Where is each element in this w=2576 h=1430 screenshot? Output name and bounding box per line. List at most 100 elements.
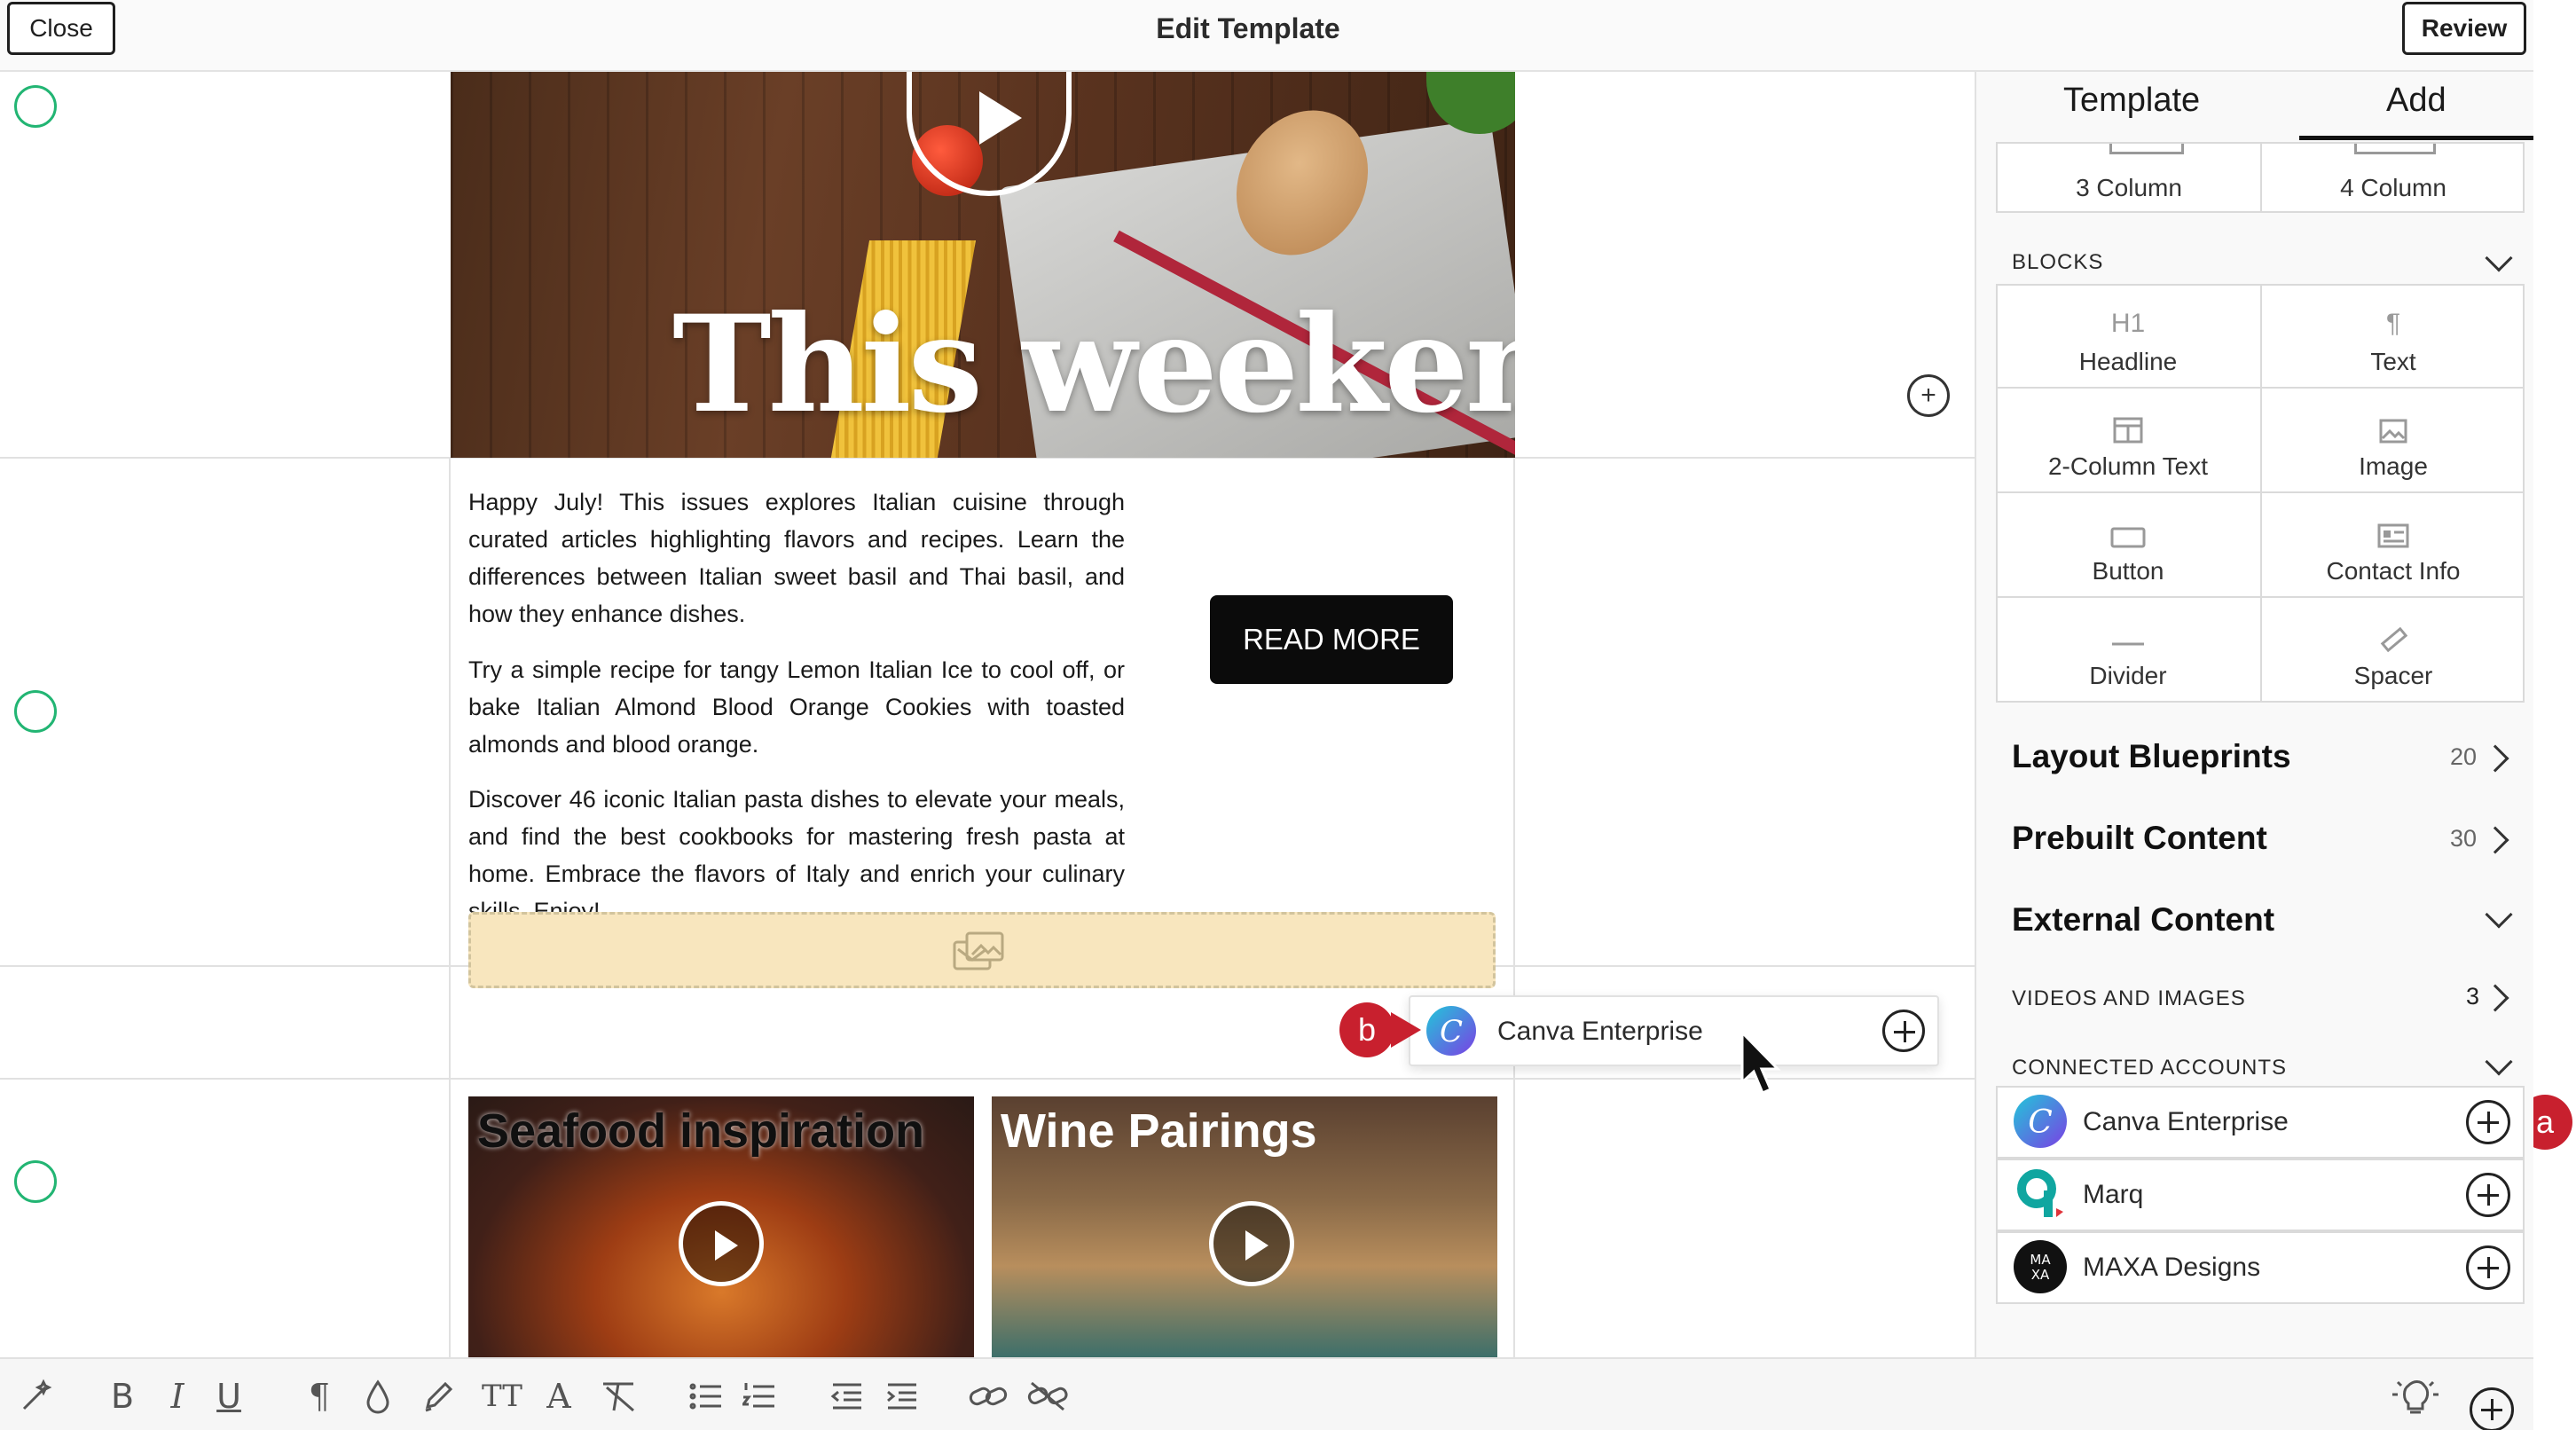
article-paragraph[interactable]: Discover 46 iconic Italian pasta dishes … [468,781,1125,930]
account-name: Marq [2083,1180,2144,1209]
layout-blueprints-count: 20 [2450,743,2478,770]
review-button[interactable]: Review [2402,2,2526,55]
block-headline[interactable]: H1 Headline [1996,286,2260,376]
text-size-button[interactable]: TT [475,1377,529,1416]
account-name: MAXA Designs [2083,1253,2261,1282]
external-content-section[interactable]: External Content [2012,901,2274,939]
card-title: Wine Pairings [1001,1104,1317,1158]
callout-b-pointer [1391,1012,1421,1048]
marq-logo-icon [2017,1169,2063,1217]
svg-text:C: C [2028,1104,2053,1141]
connected-accounts-section[interactable]: Connected Accounts [2012,1056,2287,1080]
outdent-icon[interactable] [829,1377,864,1416]
play-icon[interactable] [679,1201,764,1286]
layout-4-column[interactable]: 4 Column [2262,142,2525,202]
hero-basil [1426,72,1515,134]
clear-format-icon[interactable] [596,1377,640,1416]
link-icon[interactable] [967,1377,1009,1416]
hero-image[interactable]: This weekend [451,72,1515,458]
dragged-item-label: Canva Enterprise [1497,1017,1703,1046]
block-2-column-text[interactable]: 2-Column Text [1996,389,2260,481]
bullet-list-icon[interactable] [688,1377,724,1416]
block-contact-info[interactable]: Contact Info [2262,493,2525,585]
play-triangle-icon [979,91,1022,145]
content-card-seafood[interactable]: Seafood inspiration [468,1096,974,1357]
layout-blueprints-section[interactable]: Layout Blueprints [2012,738,2291,775]
italic-button[interactable]: I [160,1377,195,1416]
card-title: Seafood inspiration [477,1104,925,1158]
article-paragraph[interactable]: Try a simple recipe for tangy Lemon Ital… [468,651,1125,763]
unlink-icon[interactable] [1025,1377,1070,1416]
highlight-pen-icon[interactable] [419,1377,458,1416]
layout-label: 4 Column [2340,174,2446,201]
block-label: Text [2370,348,2416,375]
divider-icon [2112,642,2144,646]
lightbulb-icon[interactable] [2388,1377,2443,1416]
videos-images-count: 3 [2466,983,2480,1010]
indent-icon[interactable] [884,1377,919,1416]
videos-images-section[interactable]: Videos and Images [2012,986,2246,1011]
paragraph-icon: ¶ [2385,309,2401,338]
block-label: Contact Info [2326,557,2461,585]
two-column-icon [2113,417,2143,444]
active-tab-indicator [2299,136,2533,140]
block-label: Spacer [2353,662,2433,689]
play-icon[interactable] [1209,1201,1294,1286]
contact-card-icon [2377,523,2409,548]
block-label: 2-Column Text [2047,452,2208,480]
block-label: Headline [2078,348,2178,375]
account-name: Canva Enterprise [2083,1107,2289,1136]
block-text[interactable]: ¶ Text [2262,286,2525,376]
prebuilt-content-count: 30 [2450,825,2478,852]
h1-icon: H1 [2110,309,2146,338]
block-divider[interactable]: Divider [1996,598,2260,690]
svg-text:C: C [1440,1014,1463,1049]
numbered-list-icon[interactable] [742,1377,777,1416]
prebuilt-content-section[interactable]: Prebuilt Content [2012,820,2267,857]
bold-button[interactable]: B [105,1377,140,1416]
block-label: Image [2359,452,2428,480]
block-button[interactable]: Button [1996,493,2260,585]
hero-title: This weekend [672,287,1515,443]
add-circle-icon[interactable] [2466,1173,2510,1217]
content-card-wine[interactable]: Wine Pairings [992,1096,1497,1357]
add-circle-icon[interactable] [2466,1245,2510,1290]
layout-label: 3 Column [2076,174,2182,201]
blocks-section-header[interactable]: Blocks [2012,250,2103,275]
color-drop-icon[interactable] [360,1377,396,1416]
svg-text:MA: MA [2030,1252,2051,1268]
block-image[interactable]: Image [2262,389,2525,481]
svg-text:XA: XA [2031,1267,2050,1283]
tab-add[interactable]: Add [2386,82,2446,120]
callout-b: b [1339,1002,1394,1057]
block-spacer[interactable]: Spacer [2262,598,2525,690]
canva-logo-icon: C [1426,1006,1476,1056]
row-divider [0,1078,1975,1080]
add-circle-icon[interactable] [1882,1010,1925,1052]
article-paragraph[interactable]: Happy July! This issues explores Italian… [468,483,1125,632]
row-select-handle[interactable] [14,85,57,128]
magic-wand-icon[interactable] [16,1377,57,1416]
external-content-icon [953,931,1004,970]
column-divider [1513,457,1515,1357]
mouse-cursor-icon [1740,1029,1781,1095]
image-icon [2379,419,2407,444]
tab-template[interactable]: Template [2063,82,2200,120]
add-circle-icon[interactable] [2470,1387,2514,1430]
ruler-icon [2380,626,2407,653]
layout-3-column[interactable]: 3 Column [1996,142,2262,202]
paragraph-button[interactable]: ¶ [302,1377,337,1416]
block-label: Button [2092,557,2164,585]
block-label: Divider [2089,662,2167,689]
page-title: Edit Template [1156,12,1340,44]
button-icon [2110,527,2146,548]
add-row-icon[interactable]: + [1907,374,1950,417]
underline-button[interactable]: U [211,1377,247,1416]
font-button[interactable]: A [541,1377,577,1416]
maxa-logo-icon: MA XA [2014,1240,2067,1293]
read-more-button[interactable]: READ MORE [1210,595,1453,684]
row-select-handle[interactable] [14,690,57,733]
row-select-handle[interactable] [14,1160,57,1203]
add-circle-icon[interactable] [2466,1100,2510,1144]
account-row-marq[interactable] [1996,1159,2525,1231]
